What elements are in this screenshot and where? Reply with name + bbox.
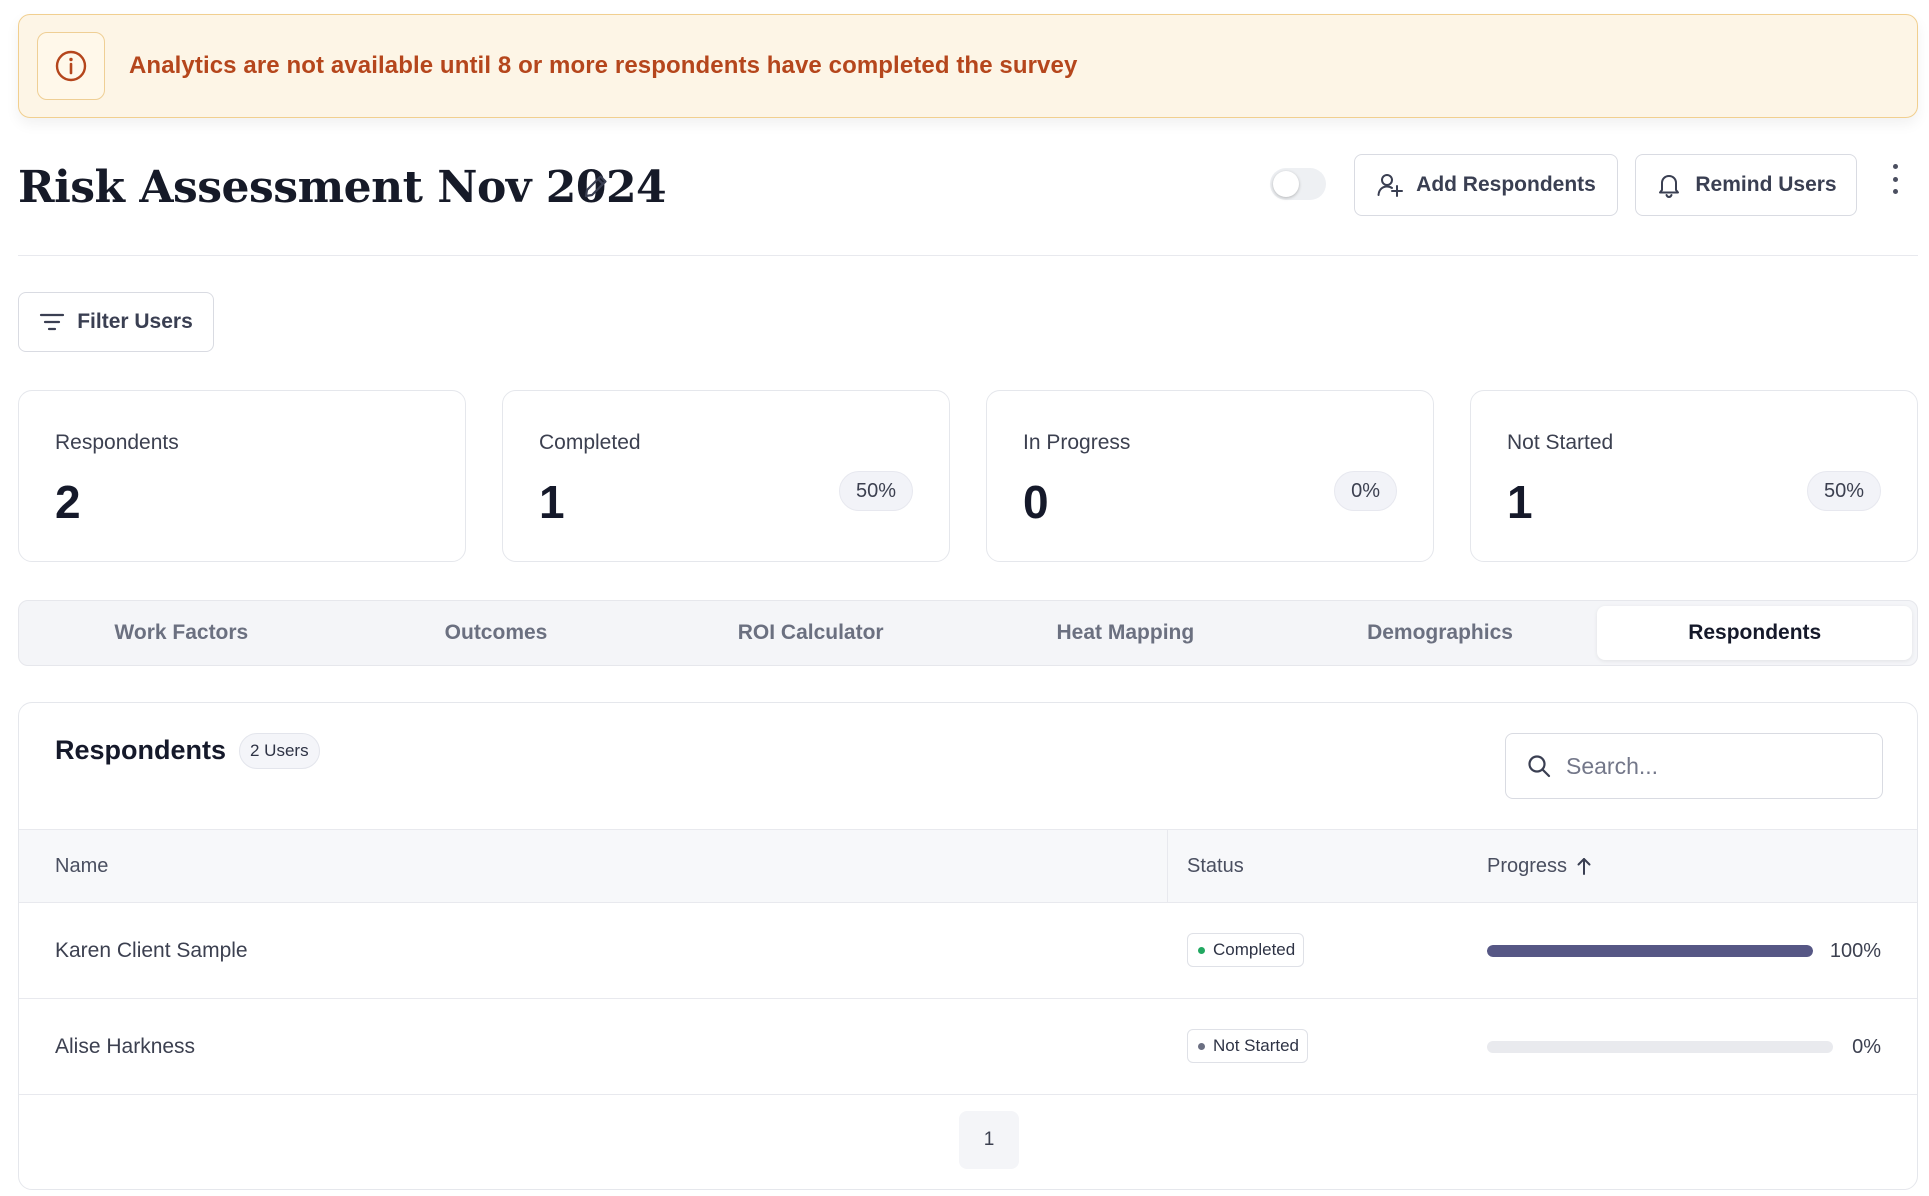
pencil-edit-icon[interactable] — [580, 170, 612, 202]
column-header-progress[interactable]: Progress — [1487, 830, 1593, 902]
more-options-icon[interactable] — [1888, 164, 1902, 194]
stat-value: 2 — [55, 476, 81, 528]
column-divider — [1167, 830, 1168, 902]
tab-roi-calculator[interactable]: ROI Calculator — [653, 606, 968, 660]
tab-heat-mapping[interactable]: Heat Mapping — [968, 606, 1283, 660]
stat-label: Respondents — [55, 431, 179, 454]
add-respondents-label: Add Respondents — [1416, 173, 1596, 196]
stat-card-respondents: Respondents 2 — [18, 390, 466, 562]
progress-percent: 100% — [1829, 939, 1881, 962]
status-badge: Not Started — [1187, 1029, 1308, 1063]
table-header: Name Status Progress — [19, 829, 1917, 903]
user-plus-icon — [1377, 174, 1404, 197]
info-circle-icon — [37, 32, 105, 100]
add-respondents-button[interactable]: Add Respondents — [1354, 154, 1618, 216]
filter-users-label: Filter Users — [77, 310, 193, 333]
status-dot-icon — [1198, 946, 1205, 954]
tab-work-factors[interactable]: Work Factors — [24, 606, 339, 660]
stat-value: 1 — [1507, 476, 1533, 528]
status-text: Not Started — [1213, 1036, 1299, 1055]
column-header-status[interactable]: Status — [1187, 830, 1244, 902]
stat-card-not-started: Not Started 1 50% — [1470, 390, 1918, 562]
remind-users-label: Remind Users — [1695, 173, 1837, 196]
respondents-title: Respondents — [55, 735, 227, 765]
status-dot-icon — [1198, 1042, 1205, 1050]
respondent-name: Karen Client Sample — [55, 939, 248, 962]
respondents-card: Respondents 2 Users Name Status Progress… — [18, 702, 1918, 1190]
status-badge: Completed — [1187, 933, 1305, 967]
analytics-alert-banner: Analytics are not available until 8 or m… — [18, 14, 1918, 118]
page: Analytics are not available until 8 or m… — [0, 0, 1929, 1196]
tab-outcomes[interactable]: Outcomes — [339, 606, 654, 660]
stat-card-in-progress: In Progress 0 0% — [986, 390, 1434, 562]
stat-label: Not Started — [1507, 431, 1614, 454]
progress-bar — [1487, 1041, 1833, 1053]
tab-respondents[interactable]: Respondents — [1597, 606, 1913, 660]
pagination-page-1[interactable]: 1 — [959, 1111, 1019, 1169]
analytics-tabs: Work Factors Outcomes ROI Calculator Hea… — [18, 600, 1918, 666]
column-header-progress-label: Progress — [1487, 854, 1568, 877]
table-row[interactable]: Karen Client Sample Completed 100% — [19, 903, 1917, 999]
status-text: Completed — [1213, 940, 1296, 959]
filter-lines-icon — [40, 313, 65, 331]
stat-value: 1 — [539, 476, 565, 528]
filter-users-button[interactable]: Filter Users — [18, 292, 214, 352]
remind-users-button[interactable]: Remind Users — [1635, 154, 1857, 216]
toggle-knob — [1273, 171, 1299, 197]
progress-bar-fill — [1487, 945, 1813, 957]
stat-percent-badge: 50% — [1806, 471, 1881, 511]
stat-value: 0 — [1023, 476, 1049, 528]
user-count-badge: 2 Users — [239, 733, 320, 769]
sort-arrow-up-icon — [1577, 858, 1591, 875]
search-input[interactable] — [1566, 752, 1856, 780]
stat-percent-badge: 0% — [1334, 471, 1397, 511]
search-icon — [1528, 755, 1551, 778]
stat-percent-badge: 50% — [838, 471, 913, 511]
tab-demographics[interactable]: Demographics — [1283, 606, 1598, 660]
page-title: Risk Assessment Nov 2024 — [18, 162, 667, 213]
column-header-name[interactable]: Name — [55, 830, 108, 902]
bell-icon — [1659, 175, 1680, 199]
progress-bar — [1487, 945, 1813, 957]
survey-header: Risk Assessment Nov 2024 Add Respondents — [18, 150, 1918, 256]
stat-card-completed: Completed 1 50% — [502, 390, 950, 562]
stats-cards: Respondents 2 Completed 1 50% In Progres… — [18, 390, 1918, 562]
alert-message: Analytics are not available until 8 or m… — [129, 52, 1078, 79]
survey-toggle-switch[interactable] — [1270, 168, 1326, 200]
table-row[interactable]: Alise Harkness Not Started 0% — [19, 999, 1917, 1095]
progress-percent: 0% — [1852, 1035, 1881, 1058]
stat-label: Completed — [539, 431, 641, 454]
search-box — [1505, 733, 1883, 799]
respondent-name: Alise Harkness — [55, 1035, 196, 1058]
stat-label: In Progress — [1023, 431, 1131, 454]
